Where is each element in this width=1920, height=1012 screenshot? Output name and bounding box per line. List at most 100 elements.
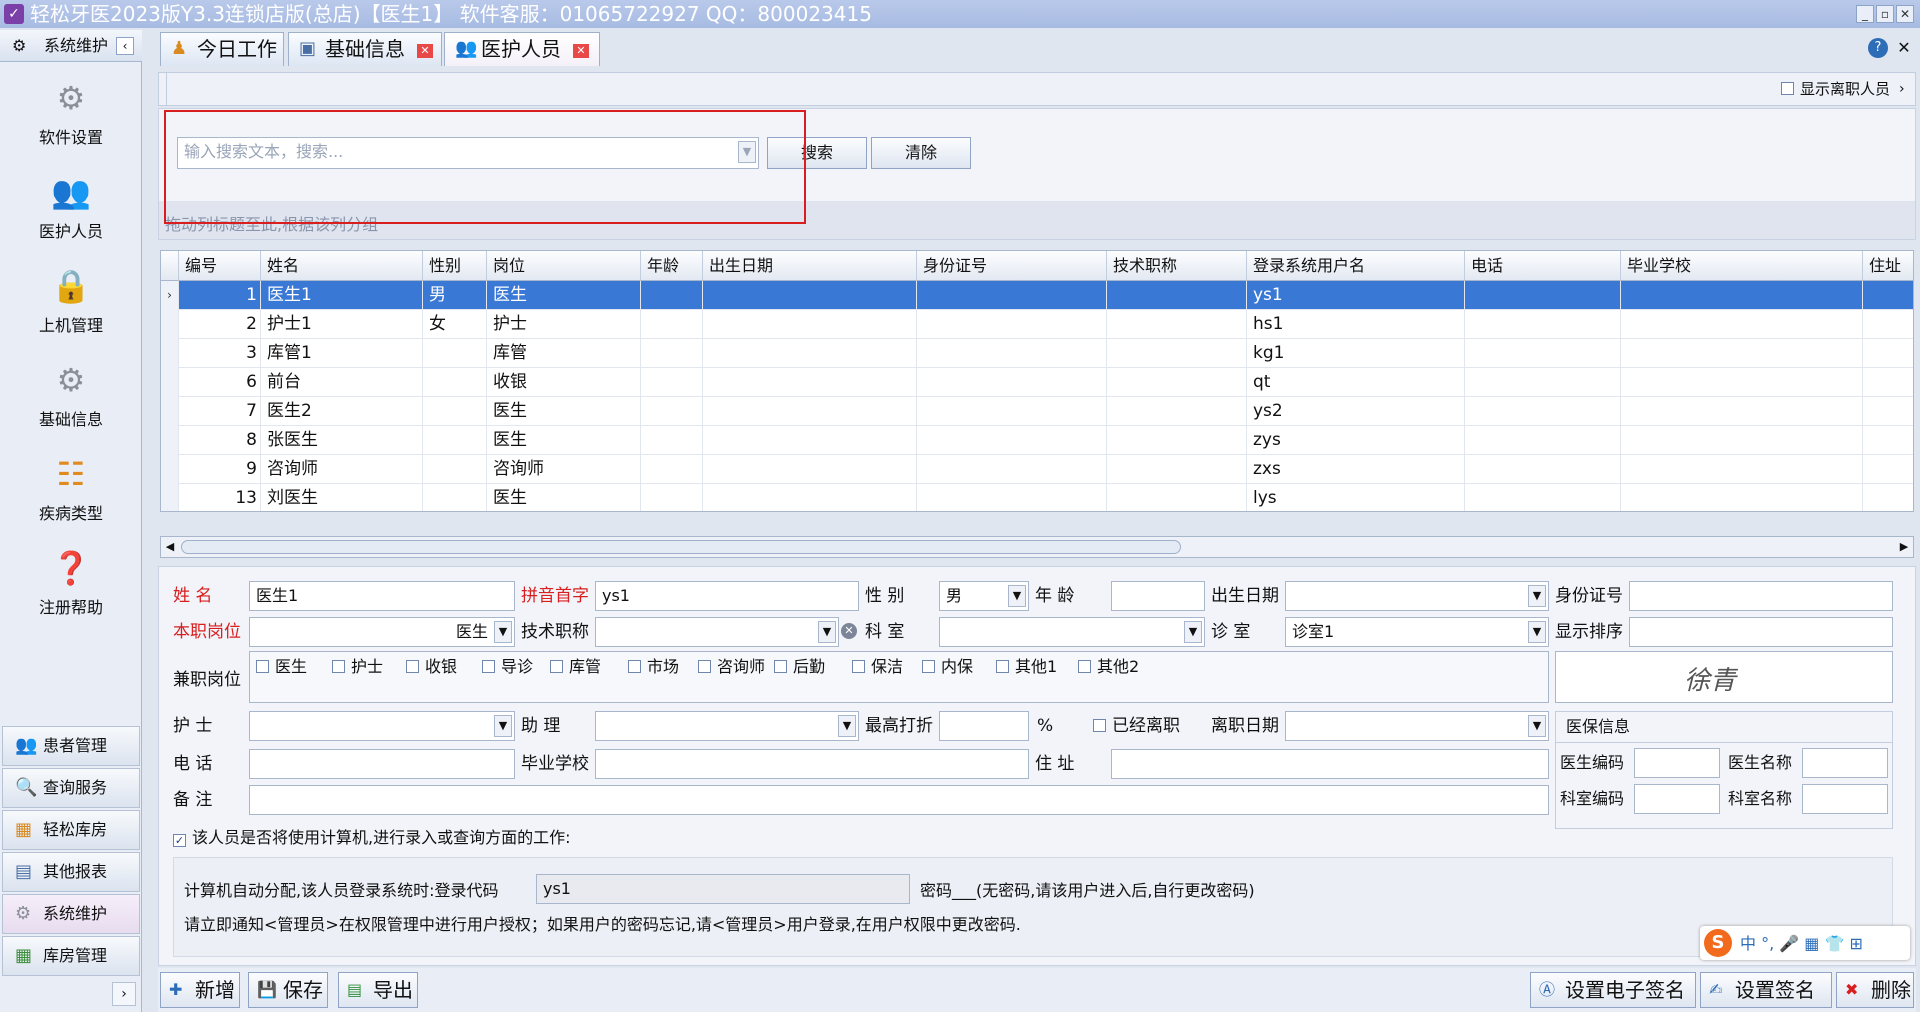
table-row[interactable]: 13 刘医生 医生 lys: [161, 484, 1913, 511]
sidebar-item-software-settings[interactable]: ⚙ 软件设置: [0, 74, 142, 166]
collapse-sidebar-button[interactable]: ‹: [116, 37, 134, 55]
chevron-down-icon[interactable]: ▼: [1008, 585, 1026, 607]
nav-other-reports[interactable]: ▤ 其他报表: [2, 852, 140, 892]
column-header-school[interactable]: 毕业学校: [1621, 251, 1863, 281]
close-button[interactable]: ✕: [1896, 5, 1914, 23]
parttime-checkbox[interactable]: 其他2: [1078, 652, 1139, 682]
row-indicator[interactable]: [161, 368, 179, 397]
table-row[interactable]: 6 前台 收银 qt: [161, 368, 1913, 397]
parttime-checkbox[interactable]: 导诊: [482, 652, 533, 682]
post-select[interactable]: 医生 ▼: [249, 617, 515, 647]
set-esign-button[interactable]: Ⓐ 设置电子签名: [1530, 972, 1696, 1008]
parttime-checkbox[interactable]: 收银: [406, 652, 457, 682]
checkbox-box[interactable]: [922, 660, 935, 673]
address-field[interactable]: [1111, 749, 1549, 779]
max-discount-field[interactable]: [939, 711, 1029, 741]
row-indicator[interactable]: [161, 455, 179, 484]
chevron-down-icon[interactable]: ▼: [818, 621, 836, 643]
department-select[interactable]: ▼: [939, 617, 1205, 647]
column-header-idcard[interactable]: 身份证号: [917, 251, 1107, 281]
table-row[interactable]: 2 护士1 女 护士 hs1: [161, 310, 1913, 339]
checkbox-box[interactable]: [1781, 82, 1794, 95]
show-resigned-checkbox[interactable]: 显示离职人员: [1781, 74, 1890, 104]
sidebar-item-basic-info[interactable]: ⚙ 基础信息: [0, 356, 142, 448]
checkbox-box[interactable]: [774, 660, 787, 673]
parttime-checkbox[interactable]: 库管: [550, 652, 601, 682]
scroll-right-icon[interactable]: ▶: [1897, 539, 1911, 555]
doctor-name-field[interactable]: [1802, 748, 1888, 778]
column-header-title[interactable]: 技术职称: [1107, 251, 1247, 281]
row-indicator[interactable]: ›: [161, 281, 179, 310]
tech-title-select[interactable]: ▼: [595, 617, 839, 647]
checkbox-box[interactable]: [550, 660, 563, 673]
table-row[interactable]: 7 医生2 医生 ys2: [161, 397, 1913, 426]
ime-toolbar[interactable]: S 中 °, 🎤 ▦ 👕 ⊞: [1700, 926, 1910, 960]
row-indicator[interactable]: [161, 484, 179, 511]
nav-system-maintenance[interactable]: ⚙ 系统维护: [2, 894, 140, 934]
chevron-down-icon[interactable]: ▼: [494, 715, 512, 737]
checkbox-box[interactable]: [1078, 660, 1091, 673]
chevron-down-icon[interactable]: ▼: [838, 715, 856, 737]
column-header-age[interactable]: 年龄: [641, 251, 703, 281]
name-field[interactable]: 医生1: [249, 581, 515, 611]
expand-nav-button[interactable]: ›: [112, 982, 136, 1006]
pinyin-field[interactable]: ys1: [595, 581, 859, 611]
gender-select[interactable]: 男 ▼: [939, 581, 1029, 611]
row-indicator[interactable]: [161, 426, 179, 455]
table-row[interactable]: 3 库管1 库管 kg1: [161, 339, 1913, 368]
sidebar-item-disease-types[interactable]: ☷ 疾病类型: [0, 450, 142, 542]
clear-icon[interactable]: ✕: [841, 623, 857, 639]
idcard-field[interactable]: [1629, 581, 1893, 611]
remark-field[interactable]: [249, 785, 1549, 815]
set-sign-button[interactable]: ✍ 设置签名: [1700, 972, 1832, 1008]
chevron-down-icon[interactable]: ▼: [1528, 585, 1546, 607]
column-header-login[interactable]: 登录系统用户名: [1247, 251, 1465, 281]
close-tab-icon[interactable]: ✕: [417, 44, 433, 58]
checkbox-box[interactable]: [256, 660, 269, 673]
tab-staff[interactable]: 👥 医护人员 ✕: [444, 32, 600, 66]
parttime-checkbox[interactable]: 护士: [332, 652, 383, 682]
assistant-select[interactable]: ▼: [595, 711, 859, 741]
close-page-icon[interactable]: ✕: [1894, 38, 1914, 58]
column-header-post[interactable]: 岗位: [487, 251, 641, 281]
column-header-birthdate[interactable]: 出生日期: [703, 251, 917, 281]
column-header-gender[interactable]: 性别: [423, 251, 487, 281]
display-order-field[interactable]: [1629, 617, 1893, 647]
parttime-checkbox[interactable]: 后勤: [774, 652, 825, 682]
clear-button[interactable]: 清除: [871, 137, 971, 169]
sidebar-item-login-management[interactable]: 🔒 上机管理: [0, 262, 142, 354]
birthdate-field[interactable]: ▼: [1285, 581, 1549, 611]
nav-query-service[interactable]: 🔍 查询服务: [2, 768, 140, 808]
parttime-checkbox[interactable]: 保洁: [852, 652, 903, 682]
checkbox-box[interactable]: [628, 660, 641, 673]
checkbox-box[interactable]: [406, 660, 419, 673]
scroll-left-icon[interactable]: ◀: [163, 539, 177, 555]
parttime-checkbox[interactable]: 市场: [628, 652, 679, 682]
school-field[interactable]: [595, 749, 1029, 779]
sidebar-item-staff[interactable]: 👥 医护人员: [0, 168, 142, 260]
grip-handle[interactable]: [159, 73, 167, 105]
delete-button[interactable]: ✖ 删除: [1836, 972, 1914, 1008]
tab-today-work[interactable]: ♟ 今日工作: [160, 32, 284, 66]
checkbox-box[interactable]: [698, 660, 711, 673]
clinic-room-select[interactable]: 诊室1 ▼: [1285, 617, 1549, 647]
dept-code-field[interactable]: [1634, 784, 1720, 814]
phone-field[interactable]: [249, 749, 515, 779]
table-row[interactable]: › 1 医生1 男 医生 ys1: [161, 281, 1913, 310]
chevron-down-icon[interactable]: ▼: [1528, 621, 1546, 643]
column-header-phone[interactable]: 电话: [1465, 251, 1621, 281]
help-icon[interactable]: ?: [1868, 38, 1888, 58]
table-row[interactable]: 8 张医生 医生 zys: [161, 426, 1913, 455]
column-header-name[interactable]: 姓名: [261, 251, 423, 281]
signature-box[interactable]: 徐青: [1555, 651, 1893, 703]
chevron-down-icon[interactable]: ▼: [494, 621, 512, 643]
checkbox-box[interactable]: [332, 660, 345, 673]
age-field[interactable]: [1111, 581, 1205, 611]
column-header-address[interactable]: 住址: [1863, 251, 1913, 281]
chevron-right-icon[interactable]: ›: [1899, 77, 1913, 101]
checkbox-box[interactable]: [996, 660, 1009, 673]
export-button[interactable]: ▤ 导出: [338, 972, 418, 1008]
horizontal-scrollbar[interactable]: ◀ ▶: [160, 536, 1914, 558]
login-code-field[interactable]: ys1: [536, 874, 910, 904]
resigned-checkbox[interactable]: 已经离职: [1093, 711, 1180, 741]
